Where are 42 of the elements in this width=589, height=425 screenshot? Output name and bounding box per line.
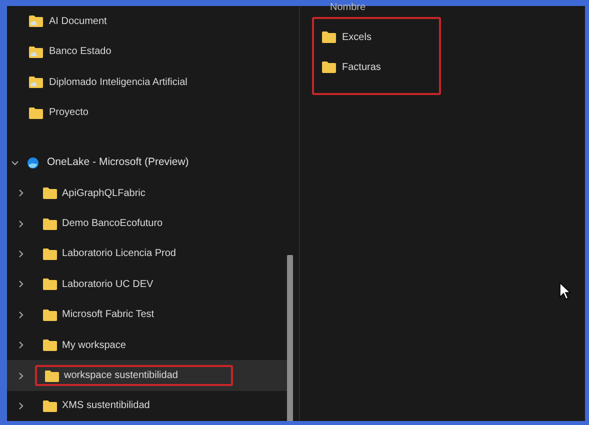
folder-icon [43,218,57,230]
workspace-item[interactable]: Laboratorio Licencia Prod [7,238,287,270]
quick-access-item[interactable]: AI Document [7,6,299,36]
workspace-item[interactable]: My workspace [7,330,287,360]
onelake-item[interactable]: OneLake - Microsoft (Preview) [7,148,299,178]
onelake-icon [27,157,39,169]
workspace-item[interactable]: Laboratorio UC DEV [7,269,287,300]
folder-icon [43,400,57,412]
chevron-right-icon[interactable] [17,402,25,410]
workspace-item[interactable]: XMS sustentibilidad [7,390,287,421]
chevron-right-icon[interactable] [17,372,25,380]
chevron-right-icon[interactable] [17,310,25,319]
mouse-cursor-icon [559,282,571,300]
workspace-item[interactable]: Demo BancoEcofuturo [7,208,287,239]
scrollbar-thumb[interactable] [287,255,293,421]
highlight-frame: workspace sustentibilidad [35,365,233,386]
file-item[interactable]: Excels [322,22,439,52]
quick-access-item[interactable]: Proyecto [7,98,299,128]
folder-icon [43,278,57,290]
cloud-folder-icon [29,46,43,58]
chevron-right-icon[interactable] [17,341,25,350]
chevron-right-icon[interactable] [17,280,25,288]
folder-icon [322,61,336,73]
chevron-down-icon[interactable] [11,159,19,167]
cloud-folder-icon [29,76,43,88]
chevron-right-icon[interactable] [17,189,25,198]
workspace-item[interactable]: workspace sustentibilidad [7,360,287,391]
folder-icon [43,308,57,321]
file-item[interactable]: Facturas [322,52,439,82]
chevron-right-icon[interactable] [17,250,25,258]
workspace-item[interactable]: ApiGraphQLFabric [7,178,287,208]
folder-icon [45,370,59,382]
cloud-folder-icon [29,15,43,28]
folder-icon [43,187,57,200]
workspace-item[interactable]: Microsoft Fabric Test [7,300,287,330]
chevron-right-icon[interactable] [17,220,25,228]
quick-access-item[interactable]: Diplomado Inteligencia Artificial [7,67,299,98]
folder-icon [322,31,336,43]
folder-icon [29,106,43,119]
quick-access-item[interactable]: Banco Estado [7,36,299,67]
folder-icon [43,248,57,260]
folder-icon [43,339,57,352]
